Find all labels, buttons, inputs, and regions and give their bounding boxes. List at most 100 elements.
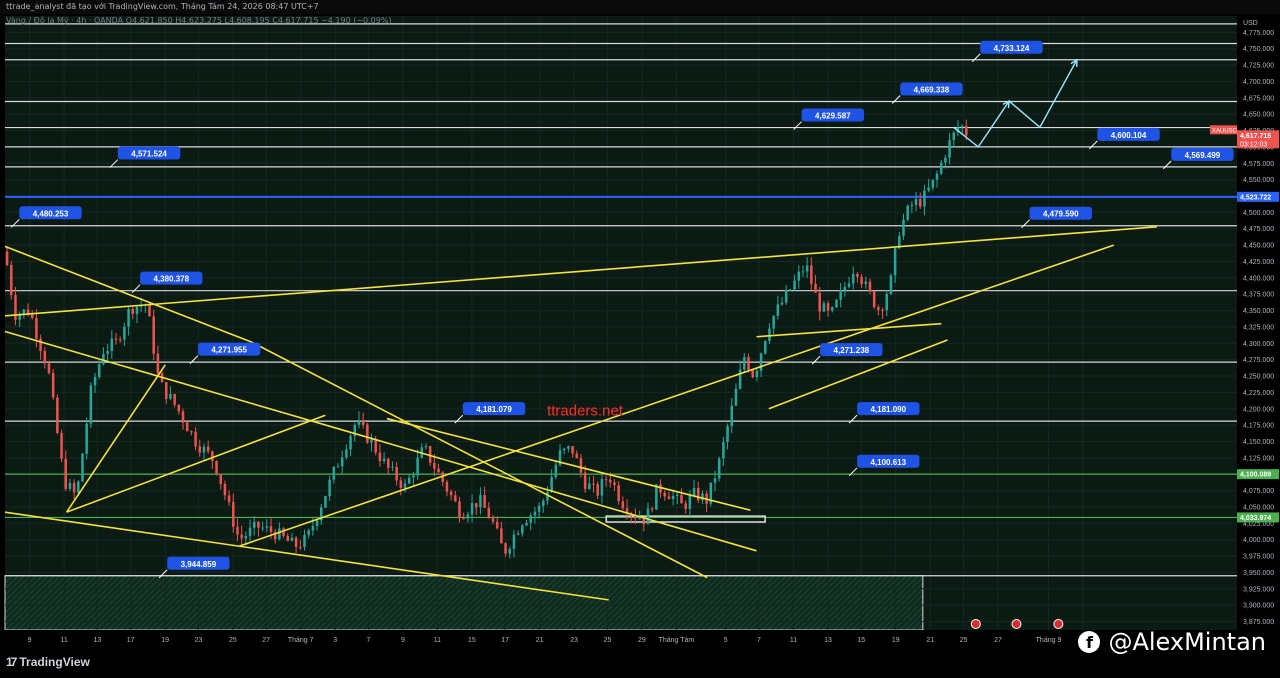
y-axis-tick-label: 3,950.000 xyxy=(1243,570,1274,577)
candle-body xyxy=(596,484,599,496)
price-callout-label: 4,629.587 xyxy=(815,112,851,121)
candle-body xyxy=(219,473,222,484)
price-chart[interactable]: 4,733.124 4,669.338 4,629.587 4,600.104 4,56… xyxy=(0,0,1280,678)
candle-body xyxy=(831,307,834,311)
price-callout-label: 4,181.079 xyxy=(476,405,512,414)
candle-body xyxy=(366,424,369,443)
y-axis-tick-label: 4,775.000 xyxy=(1243,30,1274,37)
price-tag-label: 4,100.089 xyxy=(1240,472,1271,479)
candle-body xyxy=(181,411,185,423)
candle-body xyxy=(529,515,532,523)
candle-body xyxy=(68,482,72,489)
candle-body xyxy=(701,493,704,501)
candle-body xyxy=(370,439,373,443)
candle-body xyxy=(944,157,947,163)
candle-body xyxy=(303,535,306,547)
candle-body xyxy=(960,126,964,128)
candle-body xyxy=(106,350,109,355)
candle-body xyxy=(864,281,868,285)
candle-body xyxy=(47,363,51,373)
candle-body xyxy=(232,502,235,527)
candle-body xyxy=(609,479,612,483)
candle-body xyxy=(110,338,114,351)
candle-body xyxy=(914,199,918,205)
candle-body xyxy=(684,503,687,509)
candle-body xyxy=(613,482,616,486)
candle-body xyxy=(810,265,813,284)
x-axis-tick-label: 3 xyxy=(333,637,337,644)
candle-body xyxy=(793,280,796,290)
candle-body xyxy=(826,303,830,311)
candle-body xyxy=(676,494,679,496)
candle-body xyxy=(5,251,9,266)
candle-body xyxy=(554,464,558,478)
footer: 17 TradingView f @AlexMintan xyxy=(0,628,1280,678)
candle-body xyxy=(131,308,135,314)
candle-body xyxy=(696,488,700,501)
candle-body xyxy=(324,495,327,508)
candle-body xyxy=(533,511,537,516)
candle-body xyxy=(818,292,821,312)
candle-body xyxy=(730,405,734,427)
tv-mark-icon: 17 xyxy=(6,655,17,669)
candle-body xyxy=(713,478,717,483)
candle-body xyxy=(927,187,930,191)
candle-body xyxy=(814,283,817,293)
price-tag-label: 4,033.974 xyxy=(1240,515,1271,522)
candle-body xyxy=(152,316,155,354)
tradingview-logo[interactable]: 17 TradingView xyxy=(6,655,90,669)
candle-body xyxy=(244,536,248,539)
y-axis-tick-label: 4,700.000 xyxy=(1243,79,1274,86)
candle-body xyxy=(10,265,13,295)
candle-body xyxy=(382,458,386,462)
candle-body xyxy=(667,496,671,499)
candle-body xyxy=(269,526,273,533)
candle-body xyxy=(487,507,491,519)
candle-body xyxy=(22,309,26,315)
y-axis-tick-label: 3,975.000 xyxy=(1243,554,1274,561)
y-axis-tick-label: 4,175.000 xyxy=(1243,423,1274,430)
candle-body xyxy=(190,431,193,433)
candle-body xyxy=(717,458,721,479)
price-callout-label: 4,271.955 xyxy=(211,346,247,355)
candle-body xyxy=(784,290,788,303)
x-axis-tick-label: 17 xyxy=(127,637,135,644)
candle-body xyxy=(97,364,101,377)
candle-body xyxy=(504,543,507,554)
candle-body xyxy=(575,453,579,459)
candle-body xyxy=(772,315,775,329)
y-axis-tick-label: 4,050.000 xyxy=(1243,504,1274,511)
x-axis-tick-label: 13 xyxy=(94,637,102,644)
x-axis-tick-label: 5 xyxy=(724,637,728,644)
price-tag-symbol: XAUUSD xyxy=(1212,128,1238,134)
candle-body xyxy=(780,302,784,305)
candle-body xyxy=(734,388,738,406)
candle-body xyxy=(537,505,541,512)
candle-body xyxy=(923,190,926,207)
y-axis-tick-label: 4,075.000 xyxy=(1243,488,1274,495)
candle-body xyxy=(185,422,189,432)
watermark-text: ttraders.net xyxy=(547,402,624,419)
x-axis-tick-label: 27 xyxy=(262,637,270,644)
candle-body xyxy=(952,132,956,141)
candle-body xyxy=(550,477,553,492)
candle-body xyxy=(839,290,842,300)
candle-body xyxy=(357,420,361,425)
y-axis-tick-label: 4,575.000 xyxy=(1243,161,1274,168)
x-axis-tick-label: 17 xyxy=(501,637,509,644)
candle-body xyxy=(407,477,411,484)
x-axis-tick-label: Tháng Tám xyxy=(659,637,695,644)
candle-body xyxy=(680,494,683,504)
candle-body xyxy=(663,492,666,497)
economic-event-icon xyxy=(1011,619,1022,629)
candle-body xyxy=(127,308,130,327)
candle-body xyxy=(688,495,692,509)
candle-body xyxy=(378,452,382,462)
candle-body xyxy=(336,466,340,468)
candle-body xyxy=(495,521,499,529)
y-axis-tick-label: 4,150.000 xyxy=(1243,439,1274,446)
economic-event-icon xyxy=(1053,619,1064,629)
x-axis-tick-label: 13 xyxy=(824,637,832,644)
candle-body xyxy=(822,303,826,312)
x-axis-tick-label: 7 xyxy=(757,637,761,644)
